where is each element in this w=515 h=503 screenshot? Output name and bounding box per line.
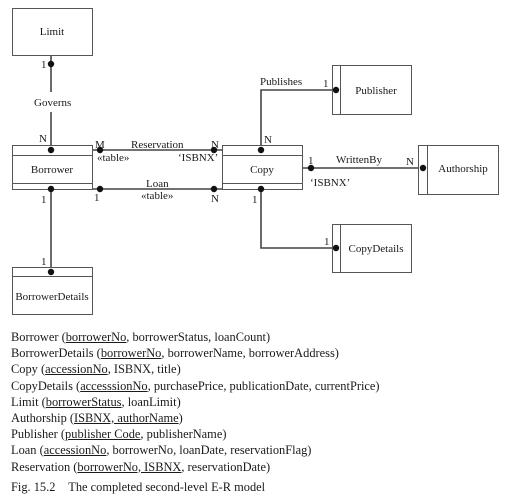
- primary-key-attributes: accessionNo: [45, 362, 108, 377]
- publishes-card-copy: N: [264, 134, 272, 146]
- connector-dot: [210, 185, 218, 193]
- primary-key-attributes: borrowerStatus: [45, 394, 122, 409]
- relation-schema-line: Authorship (ISBNX, authorName): [11, 411, 183, 426]
- relation-schema-line: Copy (accessionNo, ISBNX, title): [11, 362, 181, 377]
- reservation-card-copy: N: [211, 139, 219, 151]
- entity-borrower-details-label: BorrowerDetails: [15, 291, 88, 303]
- borrower-details-card-details: 1: [41, 256, 47, 268]
- relation-schema-line: Borrower (borrowerNo, borrowerStatus, lo…: [11, 330, 271, 344]
- reservation-key: ‘ISBNX’: [178, 152, 218, 164]
- governs-card-borrower: N: [39, 133, 47, 145]
- attributes: , publisherName: [140, 427, 223, 442]
- relation-schema-line: Limit (borrowerStatus, loanLimit): [11, 394, 181, 409]
- attributes: , borrowerStatus, loanCount: [126, 330, 267, 344]
- connector-dot: [332, 86, 340, 94]
- primary-key-attributes: accesssionNo: [80, 378, 148, 393]
- connector-dot: [332, 244, 340, 252]
- connector-dot: [257, 185, 265, 193]
- relation-schema-line: Reservation (borrowerNo, ISBNX, reservat…: [11, 459, 271, 474]
- relation-name: CopyDetails: [11, 378, 73, 393]
- loan-label: Loan: [146, 178, 169, 190]
- attributes: , reservationDate: [181, 459, 266, 474]
- copy-details-card-details: 1: [324, 236, 330, 248]
- entity-borrower-label: Borrower: [31, 164, 73, 176]
- relation-schema-line: BorrowerDetails (borrowerNo, borrowerNam…: [11, 346, 339, 361]
- borrower-details-card-borrower: 1: [41, 194, 47, 206]
- er-diagram: Limit Borrower BorrowerDetails Copy Publ…: [12, 8, 499, 315]
- written-by-card-copy: 1: [308, 155, 314, 167]
- primary-key-attributes: borrowerNo: [65, 330, 127, 344]
- relation-schema-line: Loan (accessionNo, borrowerNo, loanDate,…: [11, 443, 312, 458]
- connector-dot: [47, 146, 55, 154]
- relation-name: BorrowerDetails: [11, 346, 94, 361]
- relation-name: Authorship: [11, 411, 67, 426]
- entity-authorship-label: Authorship: [438, 163, 488, 175]
- primary-key-attributes: borrowerNo, ISBNX: [77, 459, 182, 474]
- figure-caption: Fig. 15.2 The completed second-level E-R…: [11, 480, 265, 495]
- relation-name: Copy: [11, 362, 38, 377]
- publishes-line: [260, 89, 340, 150]
- relation-name: Limit: [11, 394, 39, 409]
- primary-key-attributes: ISBNX, authorName: [74, 411, 179, 426]
- primary-key-attributes: publisher Code: [65, 427, 141, 442]
- connector-dot: [47, 185, 55, 193]
- relation-name: Publisher: [11, 427, 58, 442]
- relation-name: Borrower: [11, 330, 59, 344]
- attributes: , purchasePrice, publicationDate, curren…: [147, 378, 376, 393]
- reservation-stereotype: «table»: [97, 152, 129, 164]
- written-by-card-authorship: N: [406, 156, 414, 168]
- primary-key-attributes: accessionNo: [43, 443, 107, 458]
- entity-authorship[interactable]: Authorship: [418, 145, 499, 195]
- attributes: , ISBNX, title: [107, 362, 177, 377]
- loan-stereotype: «table»: [141, 190, 173, 202]
- connector-dot: [257, 146, 265, 154]
- publishes-card-publisher: 1: [323, 78, 329, 90]
- written-by-label: WrittenBy: [336, 154, 382, 166]
- entity-copy-details-label: CopyDetails: [349, 243, 404, 255]
- entity-publisher-label: Publisher: [355, 85, 397, 97]
- governs-label: Governs: [34, 97, 71, 109]
- attributes: , borrowerNo, loanDate, reservationFlag: [106, 443, 308, 458]
- governs-card-limit: 1: [41, 59, 47, 71]
- relation-schema-line: CopyDetails (accesssionNo, purchasePrice…: [11, 378, 380, 393]
- entity-limit-label: Limit: [40, 26, 64, 38]
- relation-schema-line: Publisher (publisher Code, publisherName…: [11, 427, 227, 442]
- figure-number: Fig. 15.2: [11, 480, 56, 494]
- entity-copy-label: Copy: [250, 164, 274, 176]
- relation-name: Reservation: [11, 459, 71, 474]
- copy-details-card-copy: 1: [252, 194, 258, 206]
- relation-name: Loan: [11, 443, 37, 458]
- publishes-label: Publishes: [260, 76, 302, 88]
- figure-title: The completed second-level E-R model: [68, 480, 266, 494]
- reservation-card-borrower: M: [95, 139, 105, 151]
- loan-card-copy: N: [211, 193, 219, 205]
- reservation-label: Reservation: [131, 139, 184, 151]
- loan-card-borrower: 1: [94, 192, 100, 204]
- relation-schema-list: Borrower (borrowerNo, borrowerStatus, lo…: [11, 329, 380, 475]
- entity-copy-details[interactable]: CopyDetails: [332, 224, 412, 273]
- connector-dot: [47, 268, 55, 276]
- attributes: , loanLimit: [121, 394, 177, 409]
- written-by-key: ‘ISBNX’: [310, 177, 350, 189]
- primary-key-attributes: borrowerNo: [100, 346, 162, 361]
- connector-dot: [419, 164, 427, 172]
- connector-dot: [47, 60, 55, 68]
- entity-publisher[interactable]: Publisher: [332, 65, 412, 115]
- entity-limit[interactable]: Limit: [12, 8, 93, 56]
- attributes: , borrowerName, borrowerAddress: [161, 346, 335, 361]
